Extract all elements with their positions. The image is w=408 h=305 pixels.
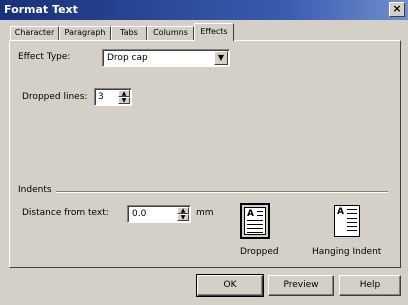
effect-type-dropdown[interactable]: Drop cap ▼ <box>102 49 230 67</box>
dropped-option-label: Dropped <box>240 247 279 257</box>
tab-columns[interactable]: Columns <box>147 26 194 40</box>
effect-type-value: Drop cap <box>107 53 148 63</box>
distance-value: 0.0 <box>132 209 147 219</box>
effect-type-label: Effect Type: <box>18 52 71 62</box>
hanging-indent-label: Hanging Indent <box>312 247 382 257</box>
format-text-dialog: Format Text × Character Paragraph Tabs C… <box>0 0 408 305</box>
distance-unit: mm <box>196 208 214 218</box>
indents-divider <box>56 191 388 193</box>
dropped-lines-value: 3 <box>98 92 104 102</box>
spin-down-icon[interactable]: ▼ <box>177 214 189 221</box>
distance-label: Distance from text: <box>22 208 109 218</box>
dropped-lines-spinner[interactable]: ▲ ▼ <box>118 90 130 104</box>
spin-up-icon[interactable]: ▲ <box>177 207 189 214</box>
window-title: Format Text <box>4 3 78 16</box>
tab-character[interactable]: Character <box>10 26 59 40</box>
hanging-indent-option[interactable]: A <box>332 203 362 239</box>
distance-input[interactable]: 0.0 ▲ ▼ <box>127 205 191 223</box>
dropped-lines-label: Dropped lines: <box>22 92 88 102</box>
dropped-cap-icon: A <box>244 207 266 235</box>
indents-group-label: Indents <box>18 185 52 195</box>
distance-spinner[interactable]: ▲ ▼ <box>177 207 189 221</box>
title-bar[interactable]: Format Text × <box>0 0 408 20</box>
help-button[interactable]: Help <box>339 275 401 296</box>
chevron-down-icon: ▼ <box>217 53 225 62</box>
tab-paragraph[interactable]: Paragraph <box>59 26 111 40</box>
effects-panel: Effect Type: Drop cap ▼ Dropped lines: 3… <box>9 40 401 268</box>
spin-down-icon[interactable]: ▼ <box>118 97 130 104</box>
hanging-indent-icon: A <box>334 205 360 237</box>
dropped-lines-input[interactable]: 3 ▲ ▼ <box>94 88 132 106</box>
dropdown-arrow-button[interactable]: ▼ <box>214 51 228 65</box>
tab-effects[interactable]: Effects <box>194 23 234 41</box>
tab-tabs[interactable]: Tabs <box>111 26 147 40</box>
close-button[interactable]: × <box>389 2 405 17</box>
dropped-option[interactable]: A <box>240 203 270 239</box>
preview-button[interactable]: Preview <box>268 275 334 296</box>
spin-up-icon[interactable]: ▲ <box>118 90 130 97</box>
ok-button[interactable]: OK <box>196 274 264 297</box>
close-icon: × <box>392 2 402 15</box>
